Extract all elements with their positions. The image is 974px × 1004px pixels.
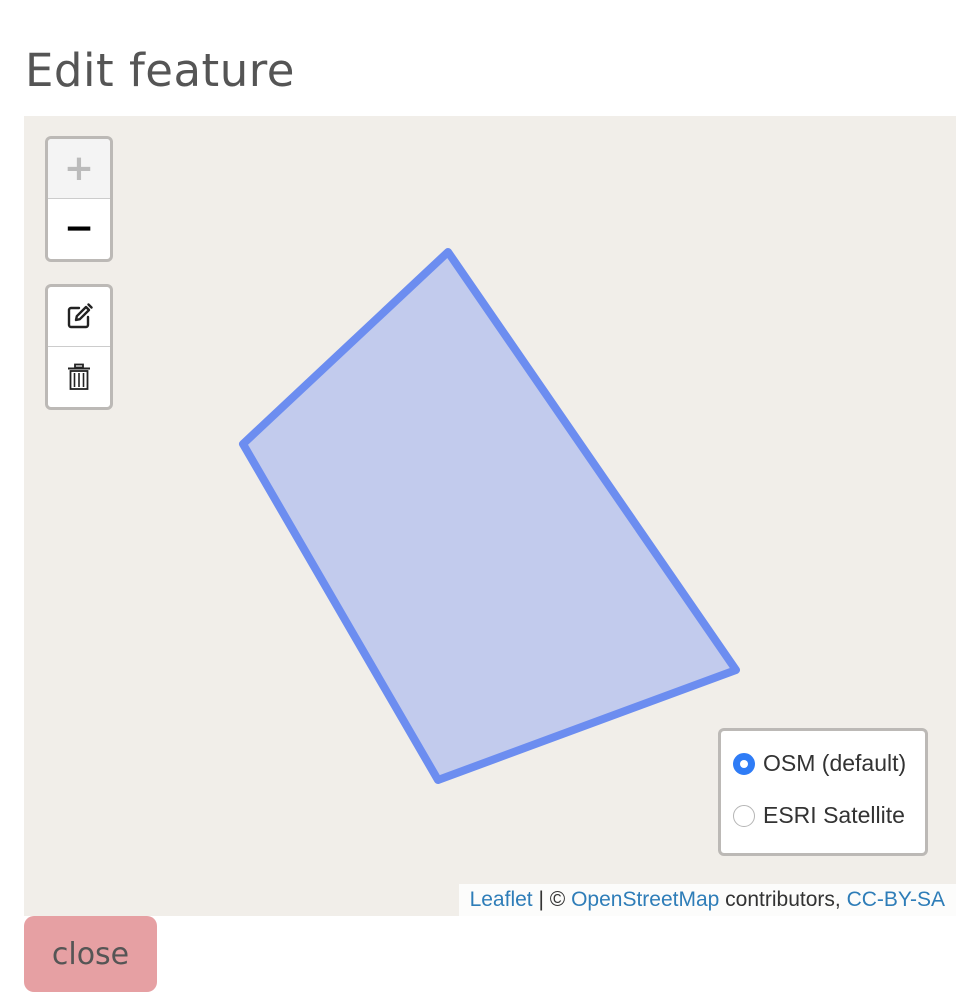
trash-icon	[68, 363, 90, 390]
zoom-control: + −	[45, 136, 113, 262]
radio-osm[interactable]	[733, 752, 755, 775]
layer-label-esri-satellite: ESRI Satellite	[763, 802, 905, 828]
close-button[interactable]: close	[24, 916, 157, 992]
zoom-out-button[interactable]: −	[48, 199, 110, 259]
map-view[interactable]: + − OSM (default) ESRI Satellite Leaflet…	[24, 116, 956, 916]
attribution-separator: | ©	[532, 888, 572, 911]
feature-polygon[interactable]	[239, 248, 740, 784]
leaflet-link[interactable]: Leaflet	[470, 888, 533, 911]
layer-label-osm: OSM (default)	[763, 750, 907, 776]
edit-layers-button[interactable]	[48, 287, 110, 347]
layers-control: OSM (default) ESRI Satellite	[718, 728, 928, 856]
layer-option-esri-satellite[interactable]: ESRI Satellite	[733, 802, 905, 829]
openstreetmap-link[interactable]: OpenStreetMap	[571, 888, 719, 911]
radio-esri-satellite[interactable]	[733, 804, 755, 827]
zoom-in-button[interactable]: +	[48, 139, 110, 199]
page-title: Edit feature	[25, 44, 295, 97]
draw-toolbar	[45, 284, 113, 410]
edit-icon	[67, 302, 93, 328]
delete-layers-button[interactable]	[48, 347, 110, 407]
map-attribution: Leaflet | © OpenStreetMap contributors, …	[458, 884, 956, 916]
attribution-contributors: contributors,	[719, 888, 847, 911]
layer-option-osm[interactable]: OSM (default)	[733, 750, 906, 777]
license-link[interactable]: CC-BY-SA	[847, 888, 945, 911]
